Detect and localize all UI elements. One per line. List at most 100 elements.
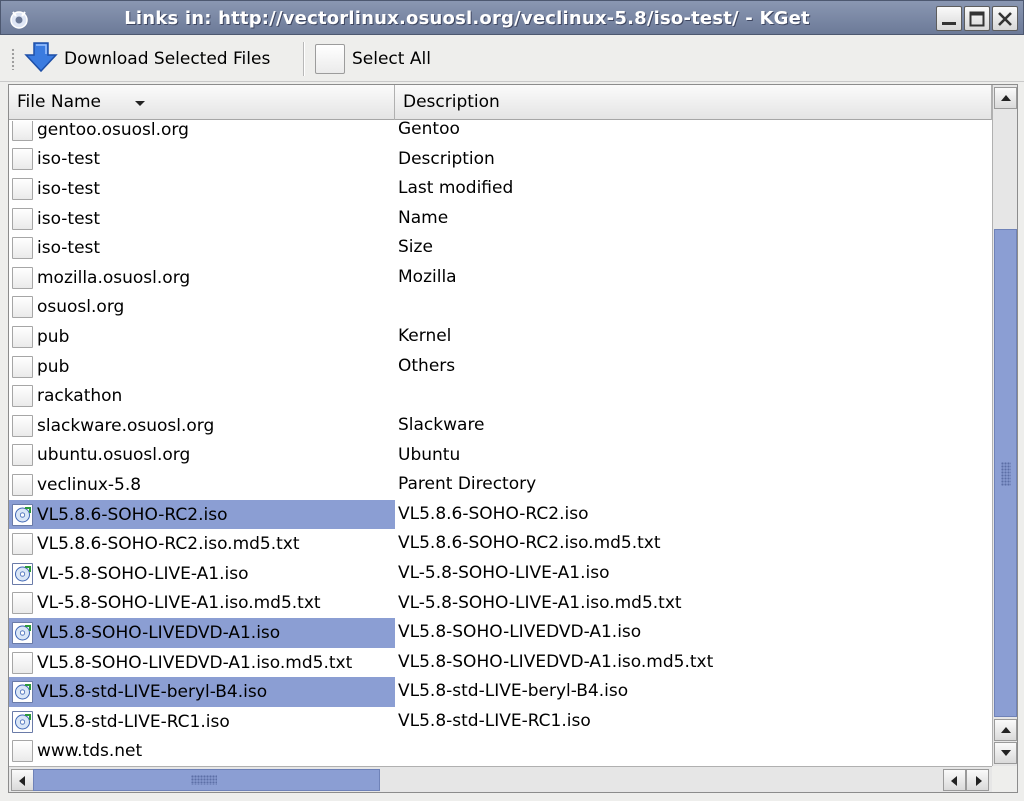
list-row[interactable]: rackathon bbox=[9, 381, 992, 411]
list-row[interactable]: www.tds.net bbox=[9, 737, 992, 766]
row-checkbox[interactable] bbox=[12, 651, 33, 674]
close-button[interactable] bbox=[992, 6, 1018, 31]
file-name-cell[interactable]: slackware.osuosl.org bbox=[9, 411, 395, 441]
row-checkbox[interactable] bbox=[12, 237, 33, 260]
file-name-cell[interactable]: gentoo.osuosl.org bbox=[9, 121, 395, 145]
column-header-file-name[interactable]: File Name bbox=[9, 85, 395, 120]
file-name: VL5.8-SOHO-LIVEDVD-A1.iso bbox=[37, 622, 281, 643]
file-name-cell[interactable]: VL5.8.6-SOHO-RC2.iso.md5.txt bbox=[9, 529, 395, 559]
file-name-cell[interactable]: osuosl.org bbox=[9, 293, 395, 323]
file-name-cell[interactable]: VL5.8-std-LIVE-RC1.iso bbox=[9, 707, 395, 737]
row-checkbox[interactable] bbox=[12, 592, 33, 615]
scroll-up-button[interactable] bbox=[994, 87, 1017, 109]
links-list: File Name Description gentoo.osuosl.org G… bbox=[8, 84, 1018, 793]
row-checkbox[interactable] bbox=[12, 444, 33, 467]
scroll-left-button-right[interactable] bbox=[943, 769, 966, 791]
list-row[interactable]: pub Others bbox=[9, 352, 992, 382]
list-row[interactable]: VL-5.8-SOHO-LIVE-A1.iso.md5.txt VL-5.8-SO… bbox=[9, 589, 992, 619]
file-name-cell[interactable]: VL5.8-std-LIVE-beryl-B4.iso bbox=[9, 677, 395, 707]
select-all-button[interactable]: Select All bbox=[315, 40, 431, 78]
file-name-cell[interactable]: rackathon bbox=[9, 381, 395, 411]
title-bar[interactable]: Links in: http://vectorlinux.osuosl.org/… bbox=[0, 0, 1024, 35]
list-row[interactable]: VL5.8-std-LIVE-beryl-B4.iso VL5.8-std-LIV… bbox=[9, 677, 992, 707]
row-checkbox[interactable] bbox=[12, 207, 33, 230]
arrow-down-icon bbox=[1001, 750, 1011, 756]
file-name-cell[interactable]: mozilla.osuosl.org bbox=[9, 263, 395, 293]
list-row[interactable]: VL5.8-SOHO-LIVEDVD-A1.iso.md5.txt VL5.8-S… bbox=[9, 648, 992, 678]
row-checkbox[interactable] bbox=[12, 740, 33, 763]
description-cell: Kernel bbox=[398, 326, 452, 347]
file-name-cell[interactable]: www.tds.net bbox=[9, 737, 395, 766]
row-checkbox[interactable] bbox=[12, 385, 33, 408]
row-checkbox[interactable] bbox=[12, 533, 33, 556]
file-name: ubuntu.osuosl.org bbox=[37, 445, 191, 466]
horizontal-scroll-thumb[interactable] bbox=[33, 769, 380, 791]
file-name: gentoo.osuosl.org bbox=[37, 121, 189, 140]
file-name-cell[interactable]: veclinux-5.8 bbox=[9, 470, 395, 500]
row-checkbox[interactable] bbox=[12, 355, 33, 378]
row-checkbox[interactable] bbox=[12, 414, 33, 437]
list-row[interactable]: ubuntu.osuosl.org Ubuntu bbox=[9, 441, 992, 471]
file-name-cell[interactable]: VL5.8.6-SOHO-RC2.iso bbox=[9, 499, 395, 530]
file-name-cell[interactable]: VL5.8-SOHO-LIVEDVD-A1.iso.md5.txt bbox=[9, 648, 395, 678]
row-checkbox[interactable] bbox=[12, 266, 33, 289]
list-row[interactable]: pub Kernel bbox=[9, 322, 992, 352]
description-cell: Others bbox=[398, 355, 456, 376]
row-checkbox[interactable] bbox=[12, 296, 33, 319]
column-header-description-label: Description bbox=[403, 92, 500, 112]
file-name-cell[interactable]: VL-5.8-SOHO-LIVE-A1.iso.md5.txt bbox=[9, 589, 395, 619]
row-checkbox[interactable] bbox=[12, 473, 33, 496]
list-row[interactable]: VL5.8.6-SOHO-RC2.iso VL5.8.6-SOHO-RC2.iso bbox=[9, 499, 992, 530]
file-name: rackathon bbox=[37, 386, 123, 407]
scroll-down-button[interactable] bbox=[994, 742, 1017, 764]
vertical-scroll-thumb[interactable] bbox=[994, 229, 1017, 717]
scroll-left-button[interactable] bbox=[11, 769, 34, 791]
file-name-cell[interactable]: iso-test bbox=[9, 233, 395, 263]
maximize-button[interactable] bbox=[964, 6, 990, 31]
list-row[interactable]: VL5.8-SOHO-LIVEDVD-A1.iso VL5.8-SOHO-LIVE… bbox=[9, 618, 992, 648]
iso-file-icon[interactable] bbox=[12, 503, 33, 526]
list-row[interactable]: slackware.osuosl.org Slackware bbox=[9, 411, 992, 441]
row-checkbox[interactable] bbox=[12, 148, 33, 171]
file-name-cell[interactable]: pub bbox=[9, 322, 395, 352]
file-name-cell[interactable]: iso-test bbox=[9, 174, 395, 204]
file-name-cell[interactable]: iso-test bbox=[9, 204, 395, 234]
iso-file-icon[interactable] bbox=[12, 710, 33, 733]
list-row[interactable]: gentoo.osuosl.org Gentoo bbox=[9, 121, 992, 145]
list-row[interactable]: iso-test Last modified bbox=[9, 174, 992, 204]
file-name-cell[interactable]: pub bbox=[9, 352, 395, 382]
file-name-cell[interactable]: ubuntu.osuosl.org bbox=[9, 441, 395, 471]
list-row[interactable]: iso-test Description bbox=[9, 145, 992, 175]
list-row[interactable]: VL-5.8-SOHO-LIVE-A1.iso VL-5.8-SOHO-LIVE-… bbox=[9, 559, 992, 589]
vertical-scrollbar[interactable] bbox=[992, 85, 1017, 766]
file-name: veclinux-5.8 bbox=[37, 474, 142, 495]
row-checkbox[interactable] bbox=[12, 325, 33, 348]
list-row[interactable]: veclinux-5.8 Parent Directory bbox=[9, 470, 992, 500]
column-header-description[interactable]: Description bbox=[395, 85, 992, 120]
scroll-up-button-bottom[interactable] bbox=[994, 719, 1017, 741]
iso-file-icon[interactable] bbox=[12, 621, 33, 644]
iso-file-icon[interactable] bbox=[12, 562, 33, 585]
toolbar-grip[interactable] bbox=[11, 48, 15, 70]
select-all-checkbox[interactable] bbox=[315, 44, 345, 74]
scroll-right-button[interactable] bbox=[966, 769, 989, 791]
download-selected-button[interactable]: Download Selected Files bbox=[24, 40, 270, 78]
download-arrow-icon bbox=[24, 40, 60, 79]
list-row[interactable]: VL5.8-std-LIVE-RC1.iso VL5.8-std-LIVE-RC1… bbox=[9, 707, 992, 737]
list-row[interactable]: osuosl.org bbox=[9, 293, 992, 323]
file-name-cell[interactable]: VL5.8-SOHO-LIVEDVD-A1.iso bbox=[9, 618, 395, 648]
list-row[interactable]: mozilla.osuosl.org Mozilla bbox=[9, 263, 992, 293]
description-cell: Parent Directory bbox=[398, 474, 537, 495]
arrow-right-icon bbox=[976, 776, 982, 786]
iso-file-icon[interactable] bbox=[12, 681, 33, 704]
list-row[interactable]: iso-test Name bbox=[9, 204, 992, 234]
maximize-icon bbox=[969, 11, 985, 27]
list-row[interactable]: iso-test Size bbox=[9, 233, 992, 263]
row-checkbox[interactable] bbox=[12, 177, 33, 200]
minimize-button[interactable] bbox=[936, 6, 962, 31]
file-name-cell[interactable]: VL-5.8-SOHO-LIVE-A1.iso bbox=[9, 559, 395, 589]
list-row[interactable]: VL5.8.6-SOHO-RC2.iso.md5.txt VL5.8.6-SOHO… bbox=[9, 529, 992, 559]
file-name-cell[interactable]: iso-test bbox=[9, 145, 395, 175]
horizontal-scrollbar[interactable] bbox=[9, 766, 992, 792]
row-checkbox[interactable] bbox=[12, 121, 33, 141]
